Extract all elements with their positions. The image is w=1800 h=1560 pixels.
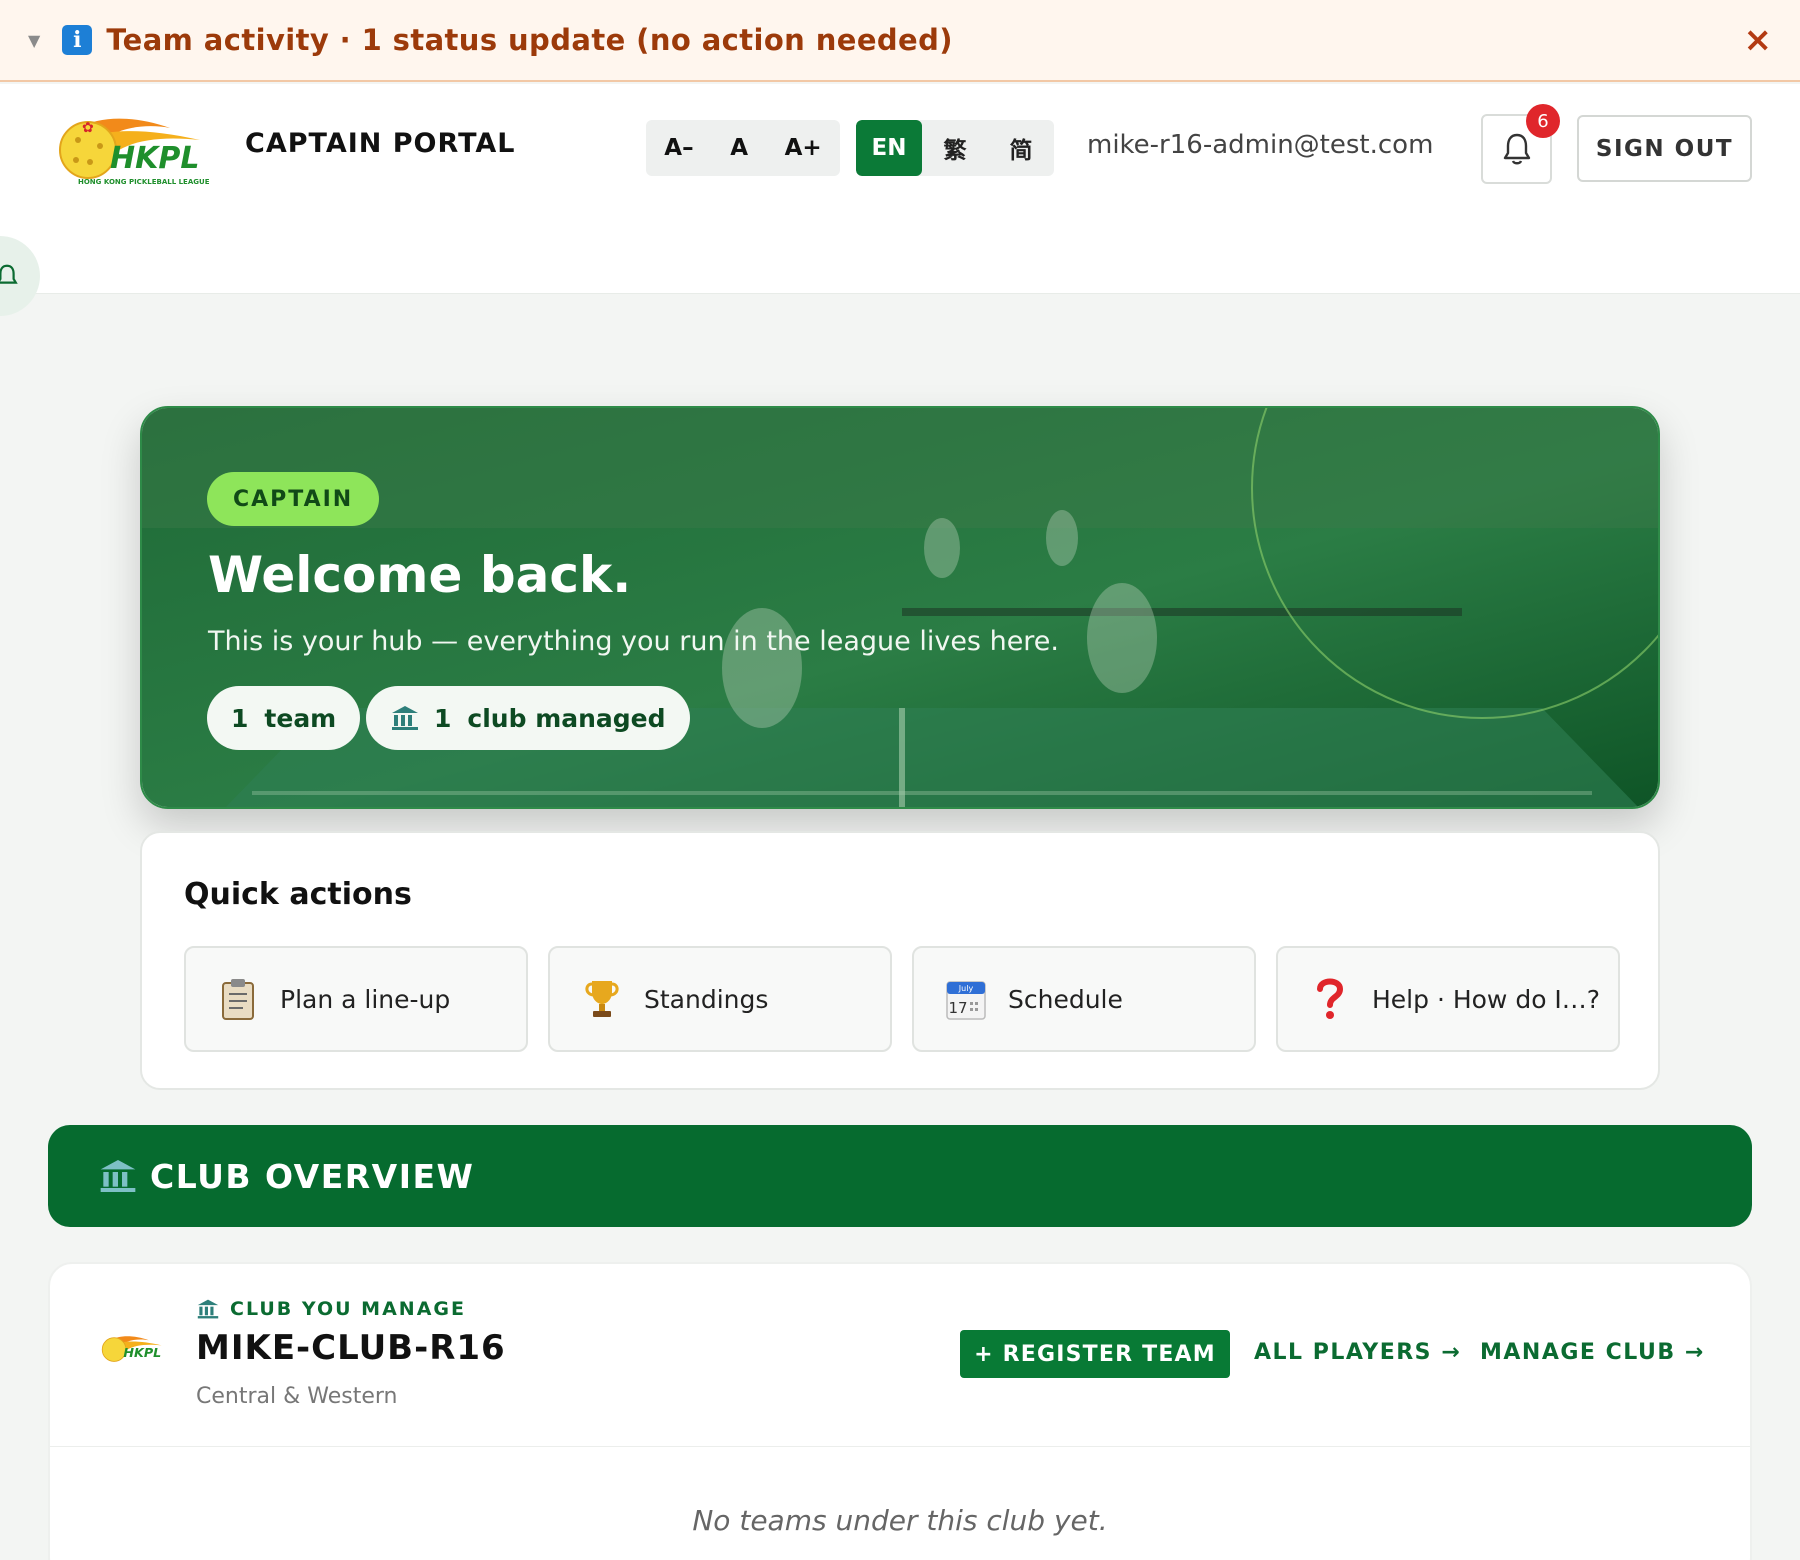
role-badge: CAPTAIN — [207, 472, 380, 526]
club-eyebrow-label: CLUB YOU MANAGE — [230, 1298, 466, 1320]
club-region: Central & Western — [196, 1384, 398, 1409]
bell-icon — [0, 264, 18, 284]
team-count-pill[interactable]: 1 team — [207, 686, 361, 750]
banner-text: Team activity · 1 status update (no acti… — [106, 23, 953, 57]
club-name: MIKE-CLUB-R16 — [196, 1328, 506, 1368]
quick-action-label: Schedule — [1008, 984, 1123, 1014]
collapse-caret-icon[interactable]: ▼ — [28, 31, 40, 50]
info-icon: i — [62, 25, 93, 55]
close-banner-button[interactable]: × — [1744, 20, 1773, 60]
club-count-pill[interactable]: 1 club managed — [366, 686, 690, 750]
hkpl-logo[interactable]: ✿ HKPL HONG KONG PICKLEBALL LEAGUE — [50, 110, 220, 192]
welcome-hero: CAPTAIN Welcome back. This is your hub —… — [140, 406, 1660, 809]
portal-title: CAPTAIN PORTAL — [245, 128, 516, 159]
hero-background-image — [142, 408, 1658, 807]
bank-icon — [392, 706, 418, 730]
calendar-icon: July 17 — [946, 977, 986, 1021]
font-size-controls: A– A A+ — [646, 120, 840, 176]
club-count: 1 — [434, 703, 452, 733]
quick-action-label: Plan a line-up — [280, 984, 451, 1014]
font-reset-button[interactable]: A — [730, 135, 748, 161]
trophy-icon — [582, 977, 622, 1021]
quick-actions-panel: Quick actions Plan a line-up Standings J… — [140, 831, 1660, 1090]
svg-text:17: 17 — [948, 999, 967, 1017]
question-icon — [1310, 977, 1350, 1021]
register-team-button[interactable]: + REGISTER TEAM — [960, 1330, 1230, 1378]
svg-text:July: July — [958, 984, 974, 993]
club-overview-title: CLUB OVERVIEW — [150, 1156, 475, 1196]
club-overview-header: CLUB OVERVIEW — [48, 1125, 1752, 1227]
notification-count-badge: 6 — [1526, 104, 1560, 138]
notice-banner: ▼ i Team activity · 1 status update (no … — [0, 0, 1800, 82]
club-eyebrow: CLUB YOU MANAGE — [196, 1298, 466, 1320]
font-decrease-button[interactable]: A– — [664, 135, 693, 161]
svg-text:HKPL: HKPL — [110, 141, 199, 176]
lang-traditional-button[interactable]: 繁 — [922, 120, 988, 176]
quick-action-label: Standings — [644, 984, 769, 1014]
svg-text:✿: ✿ — [82, 120, 94, 136]
welcome-title: Welcome back. — [208, 546, 632, 604]
club-logo: HKPL — [101, 1336, 162, 1362]
quick-action-schedule[interactable]: July 17 Schedule — [912, 946, 1256, 1052]
divider — [50, 1446, 1750, 1447]
lang-en-button[interactable]: EN — [856, 120, 922, 176]
quick-action-standings[interactable]: Standings — [548, 946, 892, 1052]
svg-text:HONG KONG PICKLEBALL LEAGUE: HONG KONG PICKLEBALL LEAGUE — [78, 178, 210, 186]
font-increase-button[interactable]: A+ — [785, 135, 822, 161]
bank-icon — [197, 1299, 219, 1319]
bell-icon — [1503, 133, 1530, 165]
sign-out-button[interactable]: SIGN OUT — [1577, 115, 1752, 182]
all-players-link[interactable]: ALL PLAYERS → — [1254, 1340, 1461, 1365]
lang-simplified-button[interactable]: 简 — [988, 120, 1054, 176]
club-card: HKPL CLUB YOU MANAGE MIKE-CLUB-R16 Centr… — [48, 1262, 1752, 1560]
user-email: mike-r16-admin@test.com — [1087, 130, 1434, 160]
empty-teams-message: No teams under this club yet. — [692, 1504, 1108, 1537]
svg-text:HKPL: HKPL — [123, 1345, 161, 1360]
clipboard-icon — [218, 977, 258, 1021]
bank-icon — [100, 1160, 136, 1192]
manage-club-link[interactable]: MANAGE CLUB → — [1480, 1340, 1705, 1365]
quick-actions-title: Quick actions — [184, 877, 412, 912]
quick-action-label: Help · How do I…? — [1372, 984, 1601, 1014]
app-header: ✿ HKPL HONG KONG PICKLEBALL LEAGUE CAPTA… — [0, 84, 1800, 294]
team-count-label: team — [264, 703, 337, 733]
team-count: 1 — [231, 703, 249, 733]
quick-action-plan-lineup[interactable]: Plan a line-up — [184, 946, 528, 1052]
language-switcher: EN 繁 简 — [856, 120, 1054, 176]
quick-action-help[interactable]: Help · How do I…? — [1276, 946, 1620, 1052]
notifications-button[interactable]: 6 — [1481, 104, 1560, 184]
club-count-label: club managed — [467, 703, 666, 733]
welcome-subtitle: This is your hub — everything you run in… — [208, 626, 1060, 657]
